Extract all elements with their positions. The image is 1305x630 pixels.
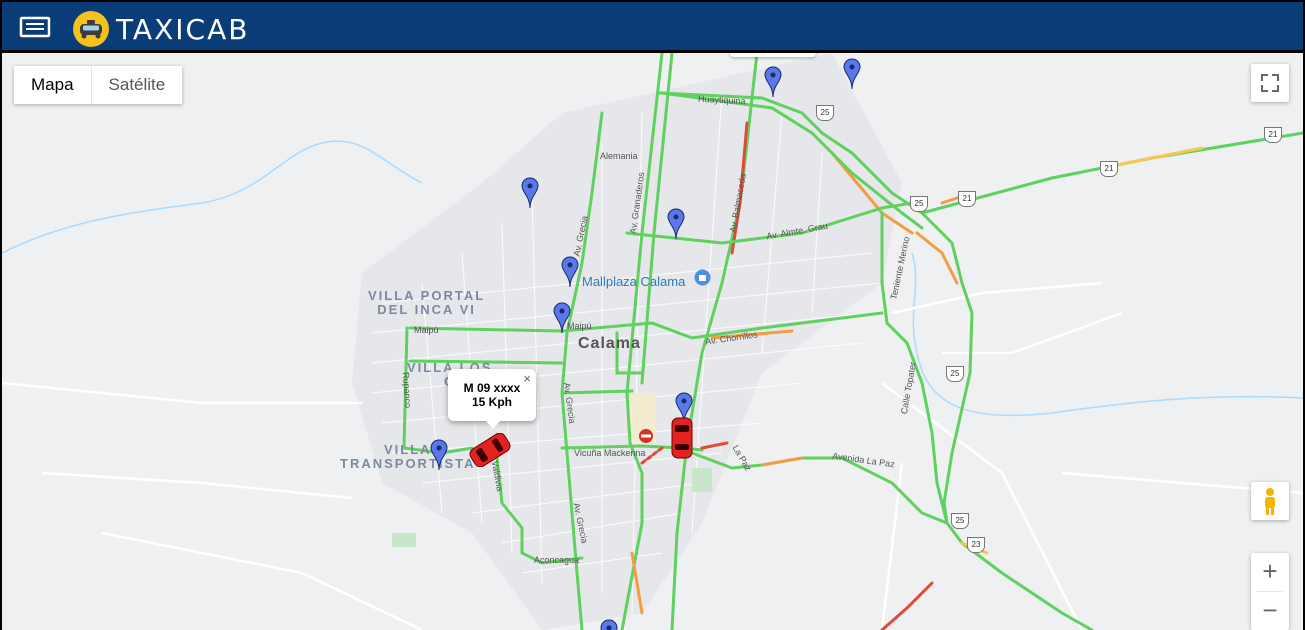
route-shield: 25 — [816, 105, 834, 121]
area-label: VILLA PORTAL DEL INCA VI — [368, 288, 486, 317]
location-pin-icon[interactable] — [667, 208, 685, 240]
app-header: TAXICAB — [0, 0, 1305, 53]
map-type-mapa-button[interactable]: Mapa — [14, 66, 92, 104]
fullscreen-icon — [1261, 74, 1279, 92]
street-label: Alemania — [600, 151, 638, 161]
route-shield: 21 — [1100, 161, 1118, 177]
city-label: Calama — [578, 335, 641, 352]
route-shield: 21 — [958, 191, 976, 207]
close-icon[interactable]: × — [523, 371, 531, 386]
taxi-logo-icon — [73, 11, 109, 47]
street-label: Maipú — [414, 325, 439, 335]
location-pin-icon[interactable] — [600, 619, 618, 630]
vehicle-info-window: × M 09 xxxx 15 Kph — [448, 369, 536, 429]
taxi-car-icon[interactable] — [468, 433, 512, 467]
location-pin-icon[interactable] — [843, 58, 861, 90]
vehicle-speed: 15 Kph — [471, 395, 512, 409]
street-label: Vicuña Mackenna — [574, 448, 646, 458]
zoom-out-button[interactable]: − — [1251, 592, 1289, 630]
brand-title: TAXICAB — [116, 12, 250, 46]
taxi-car-icon[interactable] — [670, 417, 694, 459]
zoom-control: + − — [1251, 553, 1289, 630]
zoom-in-button[interactable]: + — [1251, 553, 1289, 591]
location-pin-icon[interactable] — [764, 66, 782, 98]
route-shield: 25 — [910, 196, 928, 212]
route-shield: 25 — [951, 513, 969, 529]
fullscreen-button[interactable] — [1251, 64, 1289, 102]
map-type-satellite-button[interactable]: Satélite — [91, 66, 183, 104]
location-pin-icon[interactable] — [561, 256, 579, 288]
route-shield: 25 — [946, 366, 964, 382]
route-shield: 21 — [1264, 127, 1282, 143]
street-view-button[interactable] — [1251, 482, 1289, 520]
map-canvas[interactable] — [2, 53, 1303, 630]
map-type-control: Mapa Satélite — [14, 66, 183, 104]
location-pin-icon[interactable] — [430, 439, 448, 471]
route-shield: 23 — [967, 537, 985, 553]
map-view[interactable]: VILLA PORTAL DEL INCA VI VILLA LOS C VIL… — [2, 53, 1303, 630]
pegman-icon — [1265, 488, 1275, 515]
poi-label[interactable]: Mallplaza Calama — [582, 274, 685, 289]
shopping-poi-icon[interactable] — [694, 269, 711, 289]
menu-icon[interactable] — [19, 14, 51, 40]
location-pin-icon[interactable] — [521, 177, 539, 209]
area-label: VILLA TRANSPORTISTA — [340, 442, 476, 471]
app-logo[interactable]: TAXICAB — [72, 10, 249, 48]
location-pin-icon[interactable] — [553, 302, 571, 334]
partial-info-window — [730, 53, 816, 57]
street-label: Aconcagua — [534, 555, 580, 565]
